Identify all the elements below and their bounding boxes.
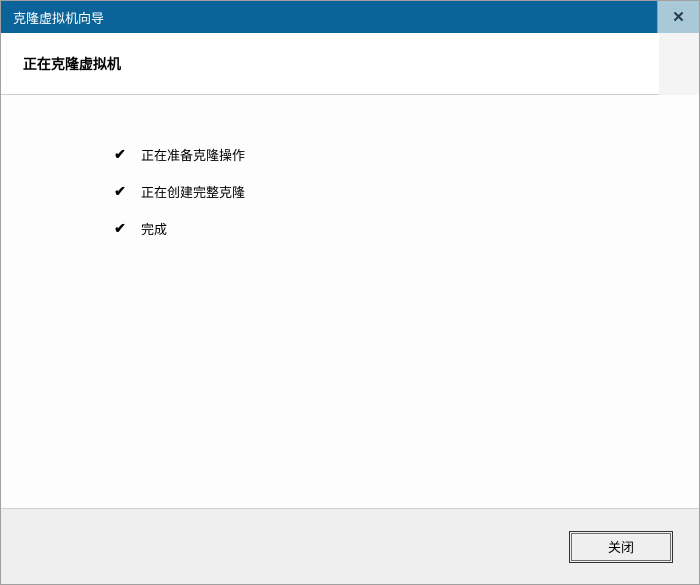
wizard-window: 克隆虚拟机向导 ✕ 正在克隆虚拟机 ✔ 正在准备克隆操作 ✔ 正在创建完整克隆 … [0, 0, 700, 585]
task-label: 正在创建完整克隆 [141, 182, 245, 201]
titlebar: 克隆虚拟机向导 ✕ [1, 1, 699, 33]
header-strip: 正在克隆虚拟机 [1, 33, 699, 95]
close-window-button[interactable]: ✕ [657, 1, 699, 33]
header-decoration [659, 33, 699, 95]
content-area: ✔ 正在准备克隆操作 ✔ 正在创建完整克隆 ✔ 完成 [1, 95, 699, 508]
task-label: 完成 [141, 219, 167, 238]
page-title: 正在克隆虚拟机 [23, 54, 121, 74]
check-icon: ✔ [111, 220, 129, 238]
footer: 关闭 [1, 508, 699, 584]
task-label: 正在准备克隆操作 [141, 145, 245, 164]
check-icon: ✔ [111, 146, 129, 164]
task-row: ✔ 完成 [111, 219, 699, 238]
close-button[interactable]: 关闭 [571, 533, 671, 561]
check-icon: ✔ [111, 183, 129, 201]
task-row: ✔ 正在准备克隆操作 [111, 145, 699, 164]
close-icon: ✕ [672, 8, 685, 26]
task-row: ✔ 正在创建完整克隆 [111, 182, 699, 201]
window-title: 克隆虚拟机向导 [13, 8, 104, 27]
